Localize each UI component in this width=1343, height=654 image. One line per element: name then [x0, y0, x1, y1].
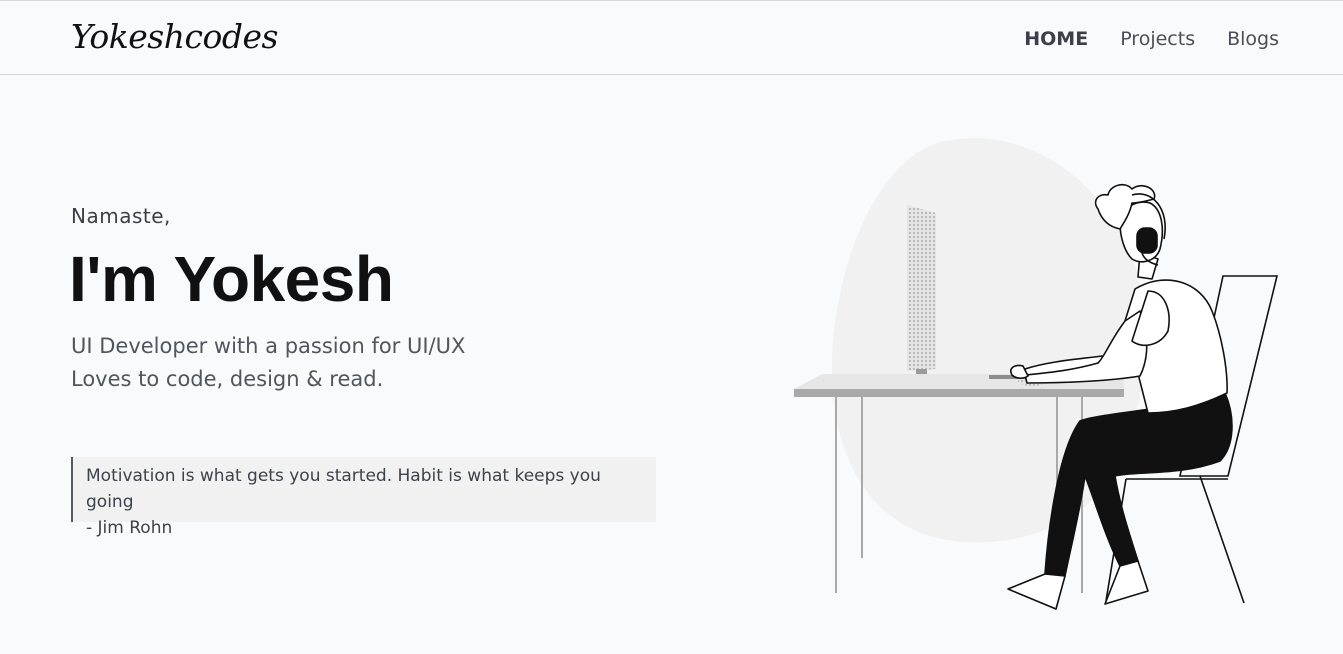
page: Yokeshcodes HOME Projects Blogs Namaste,… [0, 0, 1343, 654]
quote-text: Motivation is what gets you started. Hab… [86, 466, 601, 512]
monitor [907, 205, 936, 383]
nav-item-home[interactable]: HOME [1024, 26, 1088, 52]
nav-item-projects[interactable]: Projects [1120, 26, 1195, 52]
main-nav: HOME Projects Blogs [1024, 26, 1279, 52]
hero-headline: I'm Yokesh [69, 243, 394, 315]
tagline-line-1: UI Developer with a passion for UI/UX [71, 334, 466, 358]
quote-author: - Jim Rohn [86, 518, 173, 538]
person-at-desk-illustration [780, 131, 1300, 621]
site-header: Yokeshcodes HOME Projects Blogs [0, 1, 1343, 75]
hero-tagline: UI Developer with a passion for UI/UX Lo… [71, 330, 465, 396]
motivation-quote: Motivation is what gets you started. Hab… [71, 457, 656, 538]
brand-logo[interactable]: Yokeshcodes [71, 15, 278, 59]
tagline-line-2: Loves to code, design & read. [71, 367, 384, 391]
nav-item-blogs[interactable]: Blogs [1227, 26, 1279, 52]
hero-greeting: Namaste, [71, 204, 171, 228]
